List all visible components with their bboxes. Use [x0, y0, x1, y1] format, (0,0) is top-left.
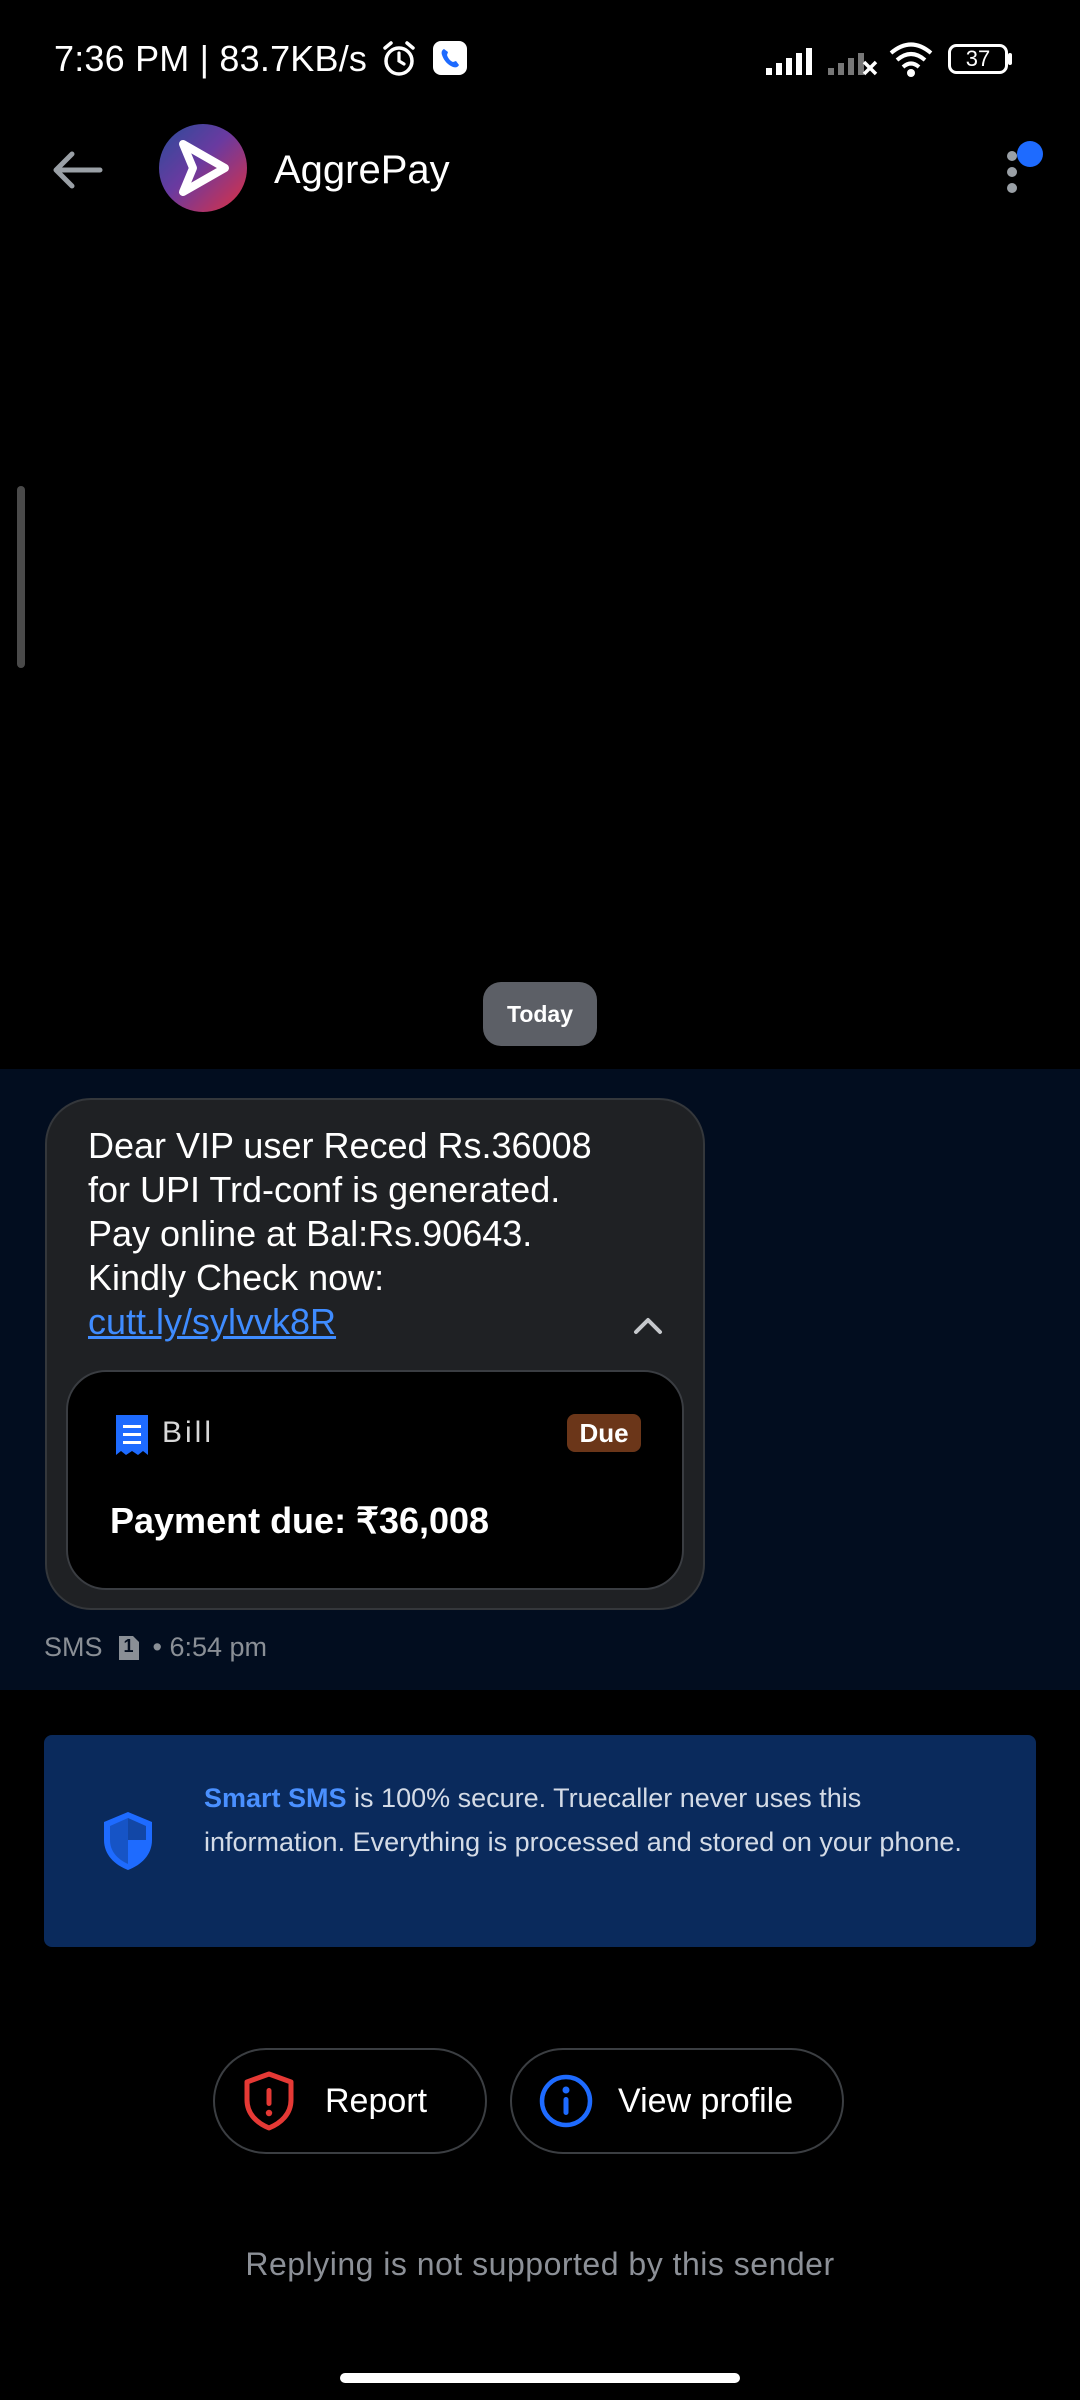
aggrepay-logo-icon: [179, 140, 229, 196]
report-label: Report: [325, 2081, 428, 2120]
view-profile-button[interactable]: View profile: [510, 2048, 844, 2154]
smart-sms-info-text: Smart SMS is 100% secure. Truecaller nev…: [204, 1776, 964, 1864]
message-text: Dear VIP user Reced Rs.36008 for UPI Trd…: [88, 1124, 608, 1344]
message-time: • 6:54 pm: [152, 1632, 268, 1662]
wifi-icon: [889, 42, 933, 77]
payment-due-amount: Payment due: ₹36,008: [110, 1500, 490, 1541]
sender-avatar[interactable]: [159, 124, 247, 212]
message-meta: SMS 1 • 6:54 pm: [44, 1632, 267, 1663]
bill-label: Bill: [162, 1416, 215, 1449]
signal-no-service-icon: [828, 53, 878, 76]
chevron-up-icon[interactable]: [630, 1310, 666, 1340]
alarm-icon: [383, 41, 415, 76]
message-link[interactable]: cutt.ly/sylvvk8R: [88, 1301, 336, 1342]
sender-name[interactable]: AggrePay: [274, 148, 450, 193]
scroll-indicator[interactable]: [17, 486, 25, 668]
signal-icon: [766, 48, 812, 75]
info-icon: [539, 2074, 593, 2128]
back-arrow-icon[interactable]: [40, 140, 112, 200]
sim-number: 1: [123, 1635, 134, 1656]
more-vertical-icon[interactable]: [996, 136, 1046, 204]
sim-card-icon: 1: [117, 1634, 141, 1662]
shield-icon: [104, 1812, 152, 1870]
view-profile-label: View profile: [618, 2081, 794, 2120]
home-indicator[interactable]: [340, 2373, 740, 2383]
message-body: Dear VIP user Reced Rs.36008 for UPI Trd…: [88, 1125, 592, 1298]
call-app-icon: [433, 41, 467, 75]
battery-level: 37: [965, 46, 991, 71]
due-status-badge: Due: [567, 1414, 641, 1452]
bill-card[interactable]: [66, 1370, 684, 1590]
battery-indicator: 37: [948, 44, 1014, 74]
message-channel: SMS: [44, 1632, 103, 1662]
smart-sms-highlight: Smart SMS: [204, 1783, 347, 1813]
receipt-icon: [116, 1415, 148, 1455]
status-time: 7:36 PM | 83.7KB/s: [54, 38, 368, 79]
date-chip: Today: [483, 982, 597, 1046]
report-button[interactable]: Report: [213, 2048, 487, 2154]
reply-not-supported-note: Replying is not supported by this sender: [245, 2246, 835, 2282]
report-shield-icon: [244, 2071, 294, 2131]
